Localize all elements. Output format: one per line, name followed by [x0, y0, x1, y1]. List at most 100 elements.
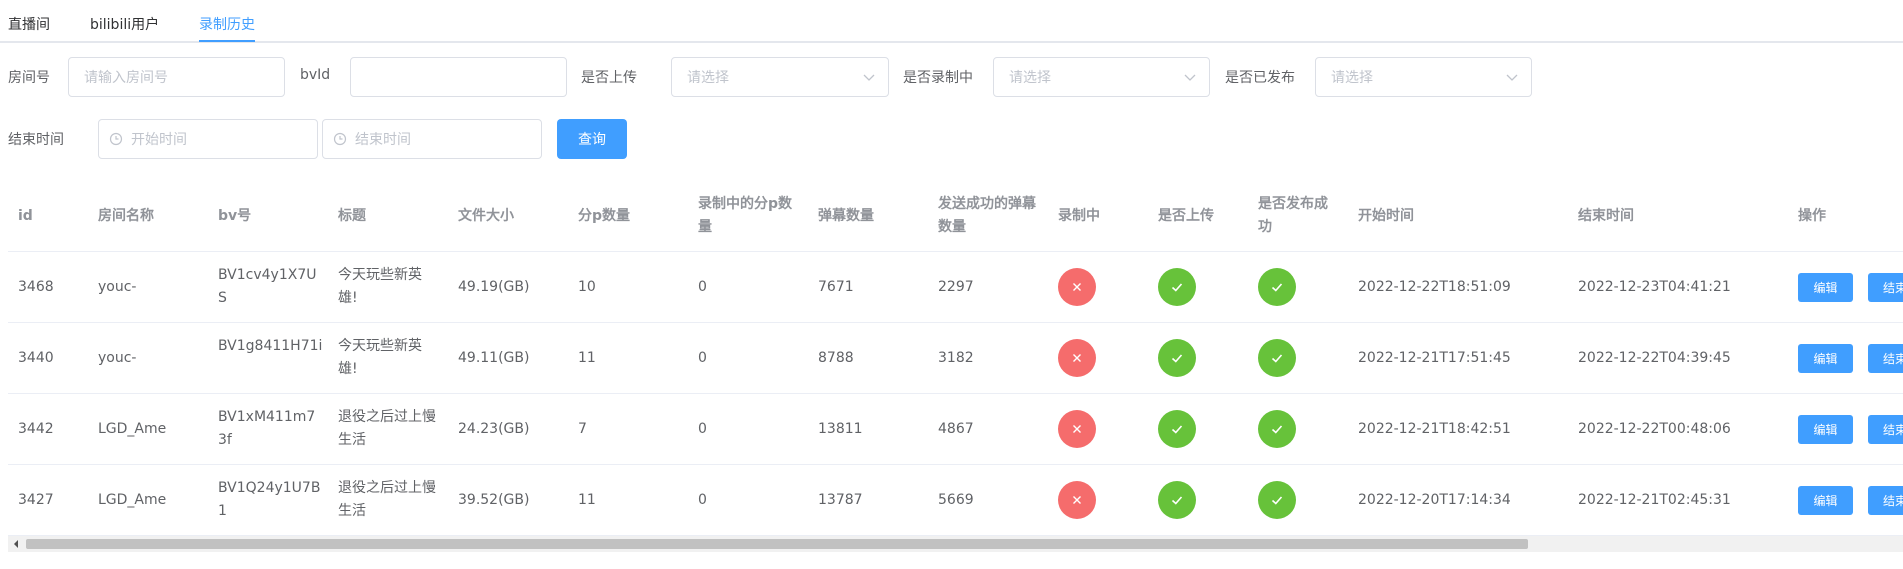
cell-file-size: 24.23(GB) — [458, 421, 530, 437]
check-icon — [1171, 496, 1183, 505]
header-start-time: 开始时间 — [1358, 208, 1414, 224]
header-danmaku: 弹幕数量 — [818, 208, 874, 224]
published-select[interactable]: 请选择 — [1315, 57, 1532, 97]
end-button[interactable]: 结束 — [1868, 415, 1903, 444]
header-sent-line2: 数量 — [938, 219, 966, 235]
cell-bv-line2: 3f — [218, 432, 232, 448]
cell-file-size: 49.11(GB) — [458, 350, 530, 366]
header-recording: 录制中 — [1058, 208, 1100, 224]
close-icon — [1073, 425, 1081, 433]
cell-id: 3442 — [18, 421, 54, 437]
upload-select[interactable]: 请选择 — [671, 57, 889, 97]
end-button[interactable]: 结束 — [1868, 273, 1903, 302]
cell-bv-line1: BV1g8411H71i — [218, 338, 323, 354]
cell-title-line2: 生活 — [338, 503, 366, 519]
check-icon — [1171, 354, 1183, 363]
cell-danmaku: 8788 — [818, 350, 854, 366]
header-published-line1: 是否发布成 — [1258, 196, 1328, 212]
cell-bv-line1: BV1cv4y1X7U — [218, 267, 317, 283]
cell-sent-danmaku: 3182 — [938, 350, 974, 366]
header-operations: 操作 — [1798, 208, 1826, 224]
published-status-icon — [1258, 268, 1296, 306]
end-time-picker[interactable]: 结束时间 — [322, 119, 542, 159]
header-recording-parts-line1: 录制中的分p数 — [698, 196, 793, 212]
query-button[interactable]: 查询 — [557, 119, 627, 159]
cell-recording-parts: 0 — [698, 350, 707, 366]
tab-live-rooms[interactable]: 直播间 — [8, 14, 50, 34]
published-placeholder: 请选择 — [1331, 70, 1373, 86]
cell-id: 3440 — [18, 350, 54, 366]
cell-danmaku: 13787 — [818, 492, 863, 508]
close-icon — [1073, 354, 1081, 362]
cell-title: 今天玩些新英 雄! — [338, 264, 422, 310]
cell-bv-line2: S — [218, 290, 227, 306]
tab-bar: 直播间 bilibili用户 录制历史 — [0, 0, 1903, 43]
cell-title: 退役之后过上慢 生活 — [338, 406, 436, 452]
cell-parts: 7 — [578, 421, 587, 437]
recording-label: 是否录制中 — [903, 70, 973, 86]
cell-room-name: LGD_Ame — [98, 492, 167, 508]
table-row: 3427 LGD_Ame BV1Q24y1U7B 1 退役之后过上慢 生活 39.52(GB… — [8, 465, 1903, 536]
upload-label: 是否上传 — [581, 70, 637, 86]
header-recording-parts: 录制中的分p数 量 — [698, 193, 792, 239]
cell-sent-danmaku: 5669 — [938, 492, 974, 508]
header-recording-parts-line2: 量 — [698, 219, 712, 235]
tab-bilibili-users[interactable]: bilibili用户 — [90, 14, 159, 34]
scrollbar-thumb[interactable] — [26, 539, 1528, 549]
check-icon — [1271, 354, 1283, 363]
recording-status-icon — [1058, 268, 1096, 306]
edit-button[interactable]: 编辑 — [1798, 273, 1853, 302]
cell-title-line2: 雄! — [338, 290, 358, 306]
cell-title-line1: 今天玩些新英 — [338, 338, 422, 354]
table-row: 3442 LGD_Ame BV1xM411m7 3f 退役之后过上慢 生活 24.23(GB… — [8, 394, 1903, 465]
recording-select[interactable]: 请选择 — [993, 57, 1210, 97]
uploaded-status-icon — [1158, 339, 1196, 377]
published-status-icon — [1258, 481, 1296, 519]
start-time-picker[interactable]: 开始时间 — [98, 119, 318, 159]
room-number-placeholder: 请输入房间号 — [84, 70, 168, 86]
scroll-left-icon[interactable] — [12, 540, 20, 548]
edit-button[interactable]: 编辑 — [1798, 344, 1853, 373]
chevron-down-icon — [1184, 74, 1196, 81]
room-number-label: 房间号 — [8, 70, 50, 86]
header-published-line2: 功 — [1258, 219, 1272, 235]
header-sent-line1: 发送成功的弹幕 — [938, 196, 1036, 212]
header-uploaded: 是否上传 — [1158, 208, 1214, 224]
recording-status-icon — [1058, 481, 1096, 519]
published-status-icon — [1258, 339, 1296, 377]
tab-record-history[interactable]: 录制历史 — [199, 14, 255, 34]
end-button[interactable]: 结束 — [1868, 486, 1903, 515]
horizontal-scrollbar[interactable] — [8, 536, 1903, 552]
published-label: 是否已发布 — [1225, 70, 1295, 86]
edit-button[interactable]: 编辑 — [1798, 415, 1853, 444]
recording-status-icon — [1058, 410, 1096, 448]
check-icon — [1171, 283, 1183, 292]
table-row: 3468 youc- BV1cv4y1X7U S 今天玩些新英 雄! 49.19(GB) 10… — [8, 252, 1903, 323]
check-icon — [1271, 425, 1283, 434]
cell-end-time: 2022-12-22T00:48:06 — [1578, 421, 1731, 437]
cell-title-line1: 今天玩些新英 — [338, 267, 422, 283]
cell-bv: BV1g8411H71i — [218, 335, 322, 358]
header-sent-danmaku: 发送成功的弹幕 数量 — [938, 193, 1036, 239]
cell-start-time: 2022-12-21T17:51:45 — [1358, 350, 1511, 366]
cell-danmaku: 13811 — [818, 421, 863, 437]
room-number-input[interactable]: 请输入房间号 — [68, 57, 285, 97]
check-icon — [1271, 283, 1283, 292]
header-id: id — [18, 208, 33, 224]
cell-title-line2: 生活 — [338, 432, 366, 448]
uploaded-status-icon — [1158, 481, 1196, 519]
end-button[interactable]: 结束 — [1868, 344, 1903, 373]
chevron-down-icon — [1506, 74, 1518, 81]
chevron-down-icon — [863, 74, 875, 81]
edit-button[interactable]: 编辑 — [1798, 486, 1853, 515]
cell-end-time: 2022-12-21T02:45:31 — [1578, 492, 1731, 508]
upload-placeholder: 请选择 — [687, 70, 729, 86]
cell-room-name: LGD_Ame — [98, 421, 167, 437]
bvid-input[interactable] — [350, 57, 567, 97]
cell-parts: 10 — [578, 279, 596, 295]
header-end-time: 结束时间 — [1578, 208, 1634, 224]
cell-bv: BV1Q24y1U7B 1 — [218, 477, 320, 523]
cell-bv: BV1xM411m7 3f — [218, 406, 315, 452]
page: 直播间 bilibili用户 录制历史 房间号 请输入房间号 bvId 是否上传… — [0, 0, 1903, 569]
cell-title-line1: 退役之后过上慢 — [338, 409, 436, 425]
